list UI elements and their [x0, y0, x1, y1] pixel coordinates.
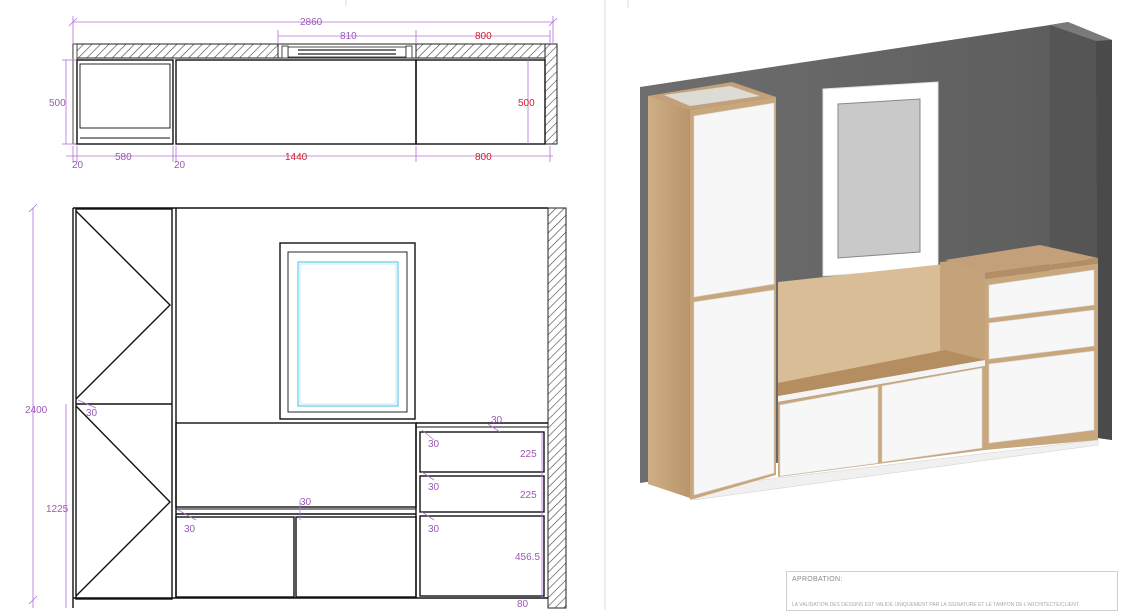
dim-gap-center-left: 30	[184, 524, 196, 535]
elevation-view: 2400 1225 30 30 30 30 30 30 30 225 225 4…	[25, 203, 567, 610]
plan-view: 2860 810 800 500 500 20 580 20 1440 800	[49, 16, 558, 171]
dim-gap-drawer-3: 30	[428, 524, 440, 535]
dim-drawer-1: 225	[520, 449, 537, 460]
dim-right-width-top: 800	[475, 31, 492, 42]
dim-gap-center-top: 30	[300, 497, 312, 508]
dim-plinth: 80	[517, 599, 529, 610]
dim-drawer-2: 225	[520, 490, 537, 501]
kitchen-drawing: 2860 810 800 500 500 20 580 20 1440 800	[25, 0, 1112, 610]
dim-right-width-bottom: 800	[475, 152, 492, 163]
dim-drawer-3: 456.5	[515, 552, 540, 563]
approval-title: APROBATION:	[792, 576, 843, 583]
dim-window-width: 810	[340, 31, 357, 42]
dim-gap-right-top: 30	[491, 415, 503, 426]
dim-side-left: 20	[72, 160, 84, 171]
approval-body: LA VALIDATION DES DESSINS EST VALIDE UNI…	[792, 602, 1079, 608]
dim-gap-drawer-2: 30	[428, 482, 440, 493]
isometric-view	[640, 22, 1112, 501]
dim-column-width: 580	[115, 152, 132, 163]
dim-depth-right: 500	[518, 98, 535, 109]
dim-base-height: 1225	[46, 504, 69, 515]
dim-side-right: 20	[174, 160, 186, 171]
approval-box: APROBATION: LA VALIDATION DES DESSINS ES…	[786, 571, 1118, 611]
dim-depth-left: 500	[49, 98, 66, 109]
dim-total-height: 2400	[25, 405, 48, 416]
dim-gap-column: 30	[86, 408, 98, 419]
dim-gap-drawer-1: 30	[428, 439, 440, 450]
dim-overall-width: 2860	[300, 17, 323, 28]
dim-center-width: 1440	[285, 152, 308, 163]
